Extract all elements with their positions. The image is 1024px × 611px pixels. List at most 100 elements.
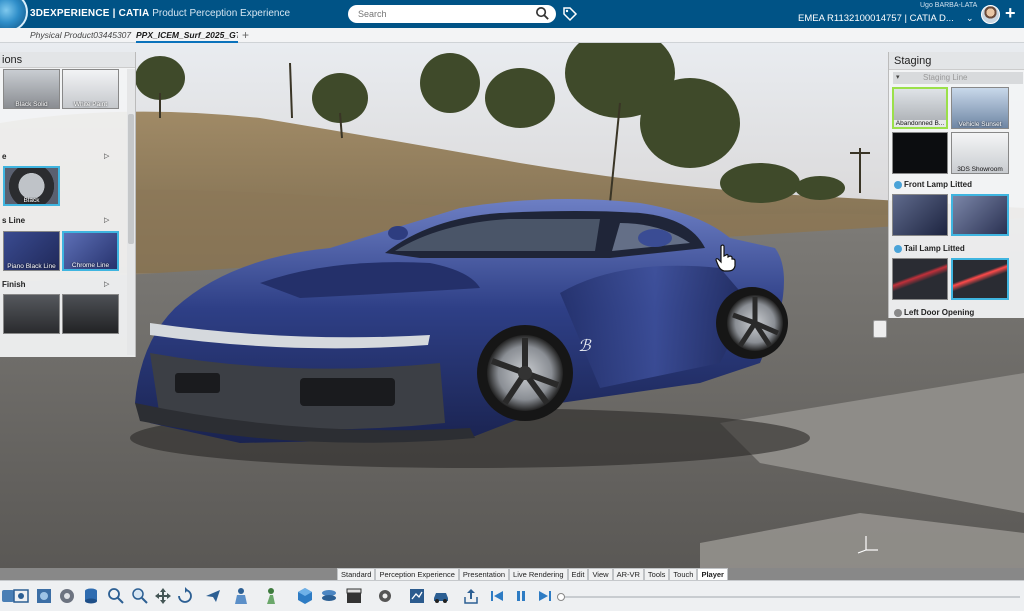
brand-app: | CATIA	[109, 8, 150, 19]
credentials-label[interactable]: EMEA R1132100014757 | CATIA D...	[798, 13, 954, 24]
tab-ar-vr[interactable]: AR-VR	[612, 568, 644, 580]
database-icon[interactable]	[82, 587, 100, 605]
clapper-icon[interactable]	[345, 587, 363, 605]
top-bar: 3DEXPERIENCE | CATIA Product Perception …	[0, 0, 1024, 32]
avatar[interactable]	[981, 5, 1000, 24]
tab-touch[interactable]: Touch	[669, 568, 698, 580]
search-input[interactable]	[358, 7, 528, 21]
settings-icon[interactable]	[376, 587, 394, 605]
section-label-front-lamp: Front Lamp Litted	[904, 180, 972, 189]
pause-icon[interactable]	[514, 589, 528, 603]
brand-subtitle: Product Perception Experience	[149, 8, 291, 19]
thumbnail-dark-studio[interactable]	[892, 132, 948, 174]
axis-triad-icon[interactable]	[854, 534, 880, 554]
search-box[interactable]	[348, 5, 556, 23]
staging-panel: Staging ▾ Staging Line Abandonned B... V…	[888, 52, 1024, 318]
thumbnail-finish[interactable]	[3, 294, 60, 334]
zoom-icon[interactable]	[107, 587, 125, 605]
thumbnail-caption: Black Solid	[15, 101, 48, 108]
tab-edit[interactable]: Edit	[567, 568, 589, 580]
svg-text:ℬ: ℬ	[578, 336, 592, 355]
tab-live-rendering[interactable]: Live Rendering	[509, 568, 568, 580]
material-icon[interactable]	[58, 587, 76, 605]
action-toolbar	[0, 580, 1024, 611]
thumbnail-caption: Chrome Line	[71, 262, 110, 269]
panel-title: ions	[0, 52, 135, 68]
timeline-slider[interactable]	[557, 593, 1020, 601]
tab-ppx-icem-surf[interactable]: PPX_ICEM_Surf_2025_GT_C...	[136, 30, 238, 43]
thumbnail-caption: Vehicle Sunset	[958, 121, 1002, 128]
thumbnail-finish[interactable]	[62, 294, 119, 334]
export-icon[interactable]	[462, 587, 480, 605]
chevron-down-icon[interactable]: ⌄	[966, 13, 974, 24]
options-panel: ions Black Solid White Paint e ▷ Black s…	[0, 52, 136, 357]
render-icon[interactable]	[408, 587, 426, 605]
thumbnail-chrome-line[interactable]: Chrome Line	[62, 231, 119, 271]
thumbnail-tail-lamp-off[interactable]	[892, 258, 948, 300]
previous-icon[interactable]	[490, 589, 504, 603]
play-icon[interactable]: ▷	[104, 152, 109, 160]
panel-toggle-button[interactable]	[873, 320, 887, 338]
walk-icon[interactable]	[262, 587, 280, 605]
inspect-icon[interactable]	[131, 587, 149, 605]
thumbnail-black-solid[interactable]: Black Solid	[3, 69, 60, 109]
tag-icon[interactable]	[562, 6, 578, 22]
tab-presentation[interactable]: Presentation	[458, 568, 510, 580]
capture-icon[interactable]	[12, 587, 30, 605]
thumbnail-3ds-showroom[interactable]: 3DS Showroom	[951, 132, 1009, 174]
plus-icon[interactable]: +	[1005, 3, 1016, 24]
scrollbar[interactable]	[127, 69, 135, 355]
collapse-icon[interactable]: ▾	[896, 73, 900, 81]
add-tab-button[interactable]: +	[242, 28, 249, 42]
3d-viewport[interactable]: ℬ	[0, 43, 1024, 568]
door-icon	[894, 309, 902, 317]
play-icon[interactable]: ▷	[104, 280, 109, 288]
image-icon[interactable]	[35, 587, 53, 605]
workbench-tabs: Standard Perception Experience Presentat…	[337, 568, 728, 580]
scrollbar-thumb[interactable]	[128, 114, 134, 244]
fly-icon[interactable]	[204, 587, 222, 605]
section-label-left-door: Left Door Opening	[904, 308, 975, 317]
pan-icon[interactable]	[154, 587, 172, 605]
scene-render: ℬ	[0, 43, 1024, 568]
tab-perception-experience[interactable]: Perception Experience	[375, 568, 459, 580]
tab-player[interactable]: Player	[697, 568, 728, 580]
panel-title: Staging	[889, 52, 1024, 70]
thumbnail-caption: Abandonned B...	[894, 120, 946, 127]
thumbnail-front-lamp-on[interactable]	[951, 194, 1009, 236]
person-icon[interactable]	[232, 587, 250, 605]
cube-icon[interactable]	[296, 587, 314, 605]
section-label: Finish	[2, 280, 26, 289]
thumbnail-caption: Piano Black Line	[7, 263, 56, 270]
thumbnail-piano-black-line[interactable]: Piano Black Line	[3, 231, 60, 271]
tab-view[interactable]: View	[588, 568, 613, 580]
hand-cursor-icon	[715, 244, 736, 272]
tab-bar: Physical Product03445307 PPX_ICEM_Surf_2…	[0, 28, 1024, 43]
thumbnail-caption: 3DS Showroom	[957, 166, 1003, 173]
thumbnail-caption: White Paint	[73, 101, 108, 108]
rotate-icon[interactable]	[176, 587, 194, 605]
app-title: 3DEXPERIENCE | CATIA Product Perception …	[30, 8, 290, 19]
thumbnail-front-lamp-off[interactable]	[892, 194, 948, 236]
thumbnail-white-paint[interactable]: White Paint	[62, 69, 119, 109]
layers-icon[interactable]	[320, 587, 338, 605]
thumbnail-vehicle-sunset[interactable]: Vehicle Sunset	[951, 87, 1009, 129]
thumbnail-wheel[interactable]: Black	[3, 166, 60, 206]
brand-name: 3DEXPERIENCE	[30, 8, 110, 19]
section-label: s Line	[2, 216, 26, 225]
thumbnail-abandonned-b[interactable]: Abandonned B...	[892, 87, 948, 129]
next-icon[interactable]	[538, 589, 552, 603]
lamp-icon	[894, 245, 902, 253]
tab-standard[interactable]: Standard	[337, 568, 376, 580]
staging-line-label: Staging Line	[923, 73, 968, 82]
staging-line-row[interactable]: ▾ Staging Line	[893, 72, 1023, 84]
user-name: Ugo BARBA-LATA	[920, 2, 978, 9]
thumbnail-caption: Black	[23, 197, 40, 204]
thumbnail-tail-lamp-on[interactable]	[951, 258, 1009, 300]
timeline-knob[interactable]	[557, 593, 565, 601]
play-icon[interactable]: ▷	[104, 216, 109, 224]
tab-tools[interactable]: Tools	[643, 568, 670, 580]
tab-physical-product[interactable]: Physical Product03445307	[30, 30, 131, 40]
search-icon[interactable]	[535, 6, 550, 21]
car-icon[interactable]	[432, 587, 450, 605]
